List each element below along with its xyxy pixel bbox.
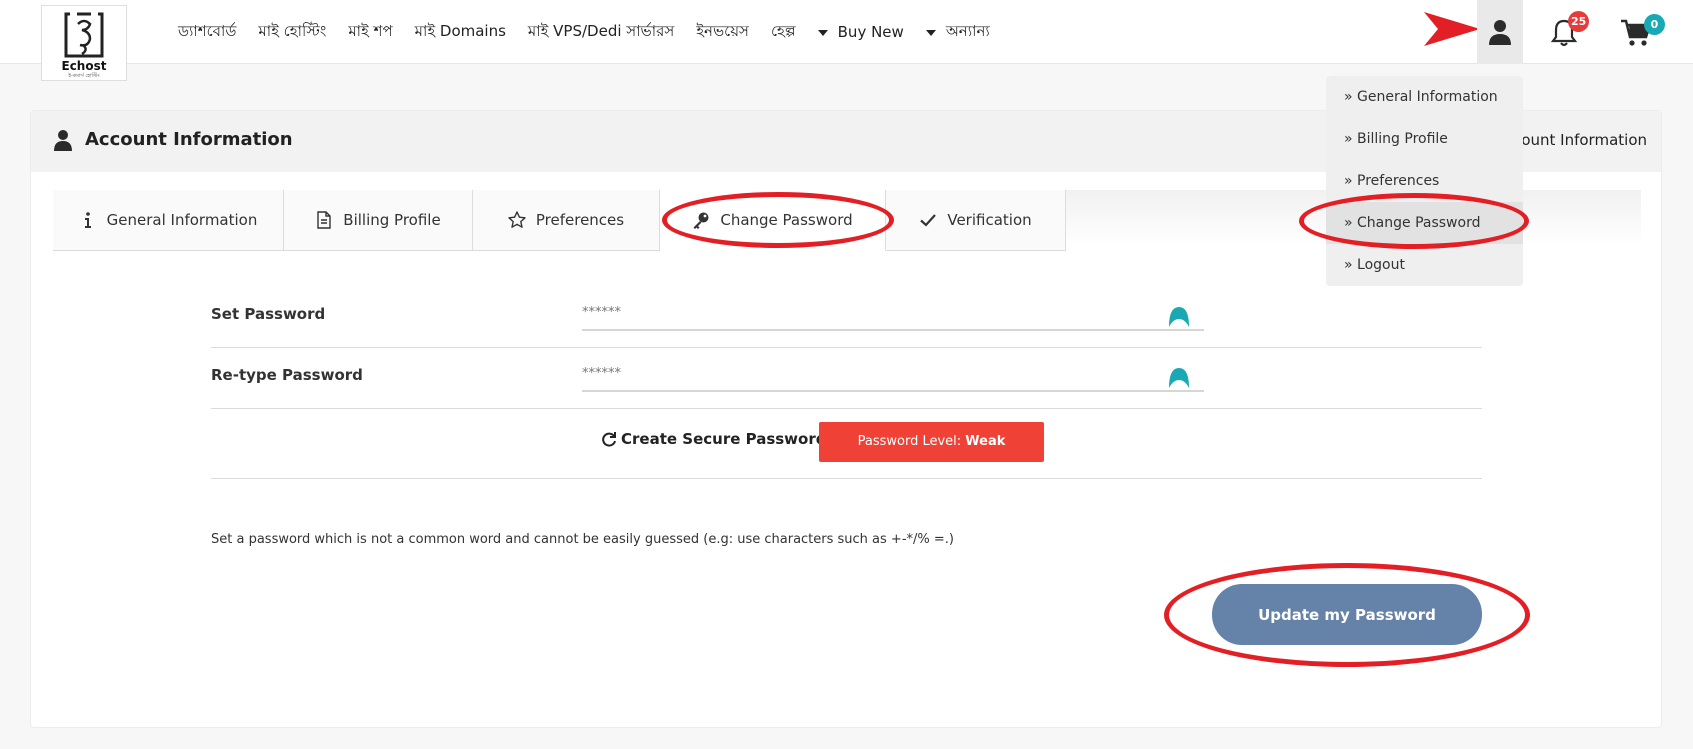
document-icon: [317, 211, 331, 229]
tab-label: Preferences: [535, 211, 625, 229]
tab-billing-profile[interactable]: Billing Profile: [284, 190, 473, 251]
tab-general-information[interactable]: General Information: [53, 190, 284, 251]
retype-password-input[interactable]: [582, 356, 1204, 392]
breadcrumb-title: ount Information: [1521, 131, 1647, 149]
nav-others-label: অন্যান্য: [945, 21, 990, 40]
dropdown-item-preferences[interactable]: » Preferences: [1326, 160, 1523, 202]
check-icon: [920, 214, 937, 227]
annotation-arrow-icon: [1424, 12, 1480, 46]
set-password-input[interactable]: [582, 295, 1204, 331]
cart-button[interactable]: 0: [1618, 14, 1666, 50]
cart-count-badge: 0: [1644, 14, 1665, 35]
tab-label: General Information: [106, 211, 258, 229]
dropdown-item-change-password[interactable]: » Change Password: [1326, 202, 1523, 244]
nav-dashboard[interactable]: ড্যাশবোর্ড: [178, 20, 236, 45]
caret-down-icon: [925, 30, 936, 36]
retype-password-label: Re-type Password: [211, 366, 363, 384]
password-generator-row: Create Secure Password Password Level: W…: [211, 408, 1482, 479]
user-dropdown-menu: » General Information » Billing Profile …: [1326, 76, 1523, 286]
password-level-badge: Password Level: Weak: [819, 422, 1044, 462]
tab-label: Verification: [947, 211, 1032, 229]
tab-label: Billing Profile: [343, 211, 441, 229]
retype-password-row: Re-type Password: [211, 348, 1482, 409]
update-password-button[interactable]: Update my Password: [1212, 584, 1482, 645]
info-icon: [84, 212, 91, 228]
main-nav: ড্যাশবোর্ড মাই হোস্টিং মাই শপ মাই Domain…: [178, 20, 1012, 44]
eye-icon[interactable]: [1167, 305, 1191, 329]
nav-invoices[interactable]: ইনভয়েস: [696, 20, 749, 45]
dropdown-item-logout[interactable]: » Logout: [1326, 244, 1523, 286]
notifications-button[interactable]: 25: [1548, 11, 1590, 50]
eye-icon[interactable]: [1167, 366, 1191, 390]
user-icon: [1489, 20, 1511, 45]
nav-my-hosting[interactable]: মাই হোস্টিং: [258, 20, 326, 45]
nav-buy-new-label: Buy New: [837, 23, 904, 41]
nav-buy-new[interactable]: Buy New: [817, 23, 904, 41]
key-icon: [693, 212, 709, 229]
nav-others[interactable]: অন্যান্য: [925, 20, 990, 45]
password-level-label: Password Level:: [857, 434, 966, 449]
nav-help[interactable]: হেল্প: [771, 20, 796, 45]
tab-change-password[interactable]: Change Password: [660, 190, 886, 251]
set-password-label: Set Password: [211, 305, 326, 323]
notification-count-badge: 25: [1568, 11, 1590, 32]
top-navbar: Echost ই-কমার্স হোস্টিং ড্যাশবোর্ড মাই হ…: [0, 0, 1693, 81]
dropdown-item-billing-profile[interactable]: » Billing Profile: [1326, 118, 1523, 160]
dropdown-item-general-information[interactable]: » General Information: [1326, 76, 1523, 118]
brand-name: Echost: [61, 59, 107, 73]
create-secure-password-label: Create Secure Password: [621, 430, 827, 448]
tab-label: Change Password: [720, 211, 853, 229]
user-menu-button[interactable]: [1477, 0, 1523, 64]
password-hint: Set a password which is not a common wor…: [211, 532, 954, 547]
brand-logo[interactable]: Echost ই-কমার্স হোস্টিং: [41, 5, 127, 81]
password-level-value: Weak: [965, 434, 1006, 449]
account-tabs: General Information Billing Profile Pref…: [53, 190, 1066, 251]
set-password-row: Set Password: [211, 287, 1482, 348]
nav-my-domains[interactable]: মাই Domains: [415, 20, 506, 45]
create-secure-password-link[interactable]: Create Secure Password: [601, 430, 826, 448]
brand-tagline: ই-কমার্স হোস্টিং: [68, 73, 100, 79]
user-icon: [54, 130, 72, 151]
nav-my-shop[interactable]: মাই শপ: [348, 20, 392, 45]
page-title: Account Information: [85, 129, 293, 150]
tab-verification[interactable]: Verification: [886, 190, 1066, 251]
logo-mark-icon: [64, 12, 104, 58]
tab-preferences[interactable]: Preferences: [473, 190, 660, 251]
caret-down-icon: [817, 30, 828, 36]
nav-my-vps-servers[interactable]: মাই VPS/Dedi সার্ভারস: [528, 20, 674, 45]
star-icon: [508, 211, 526, 228]
refresh-icon: [602, 432, 616, 447]
